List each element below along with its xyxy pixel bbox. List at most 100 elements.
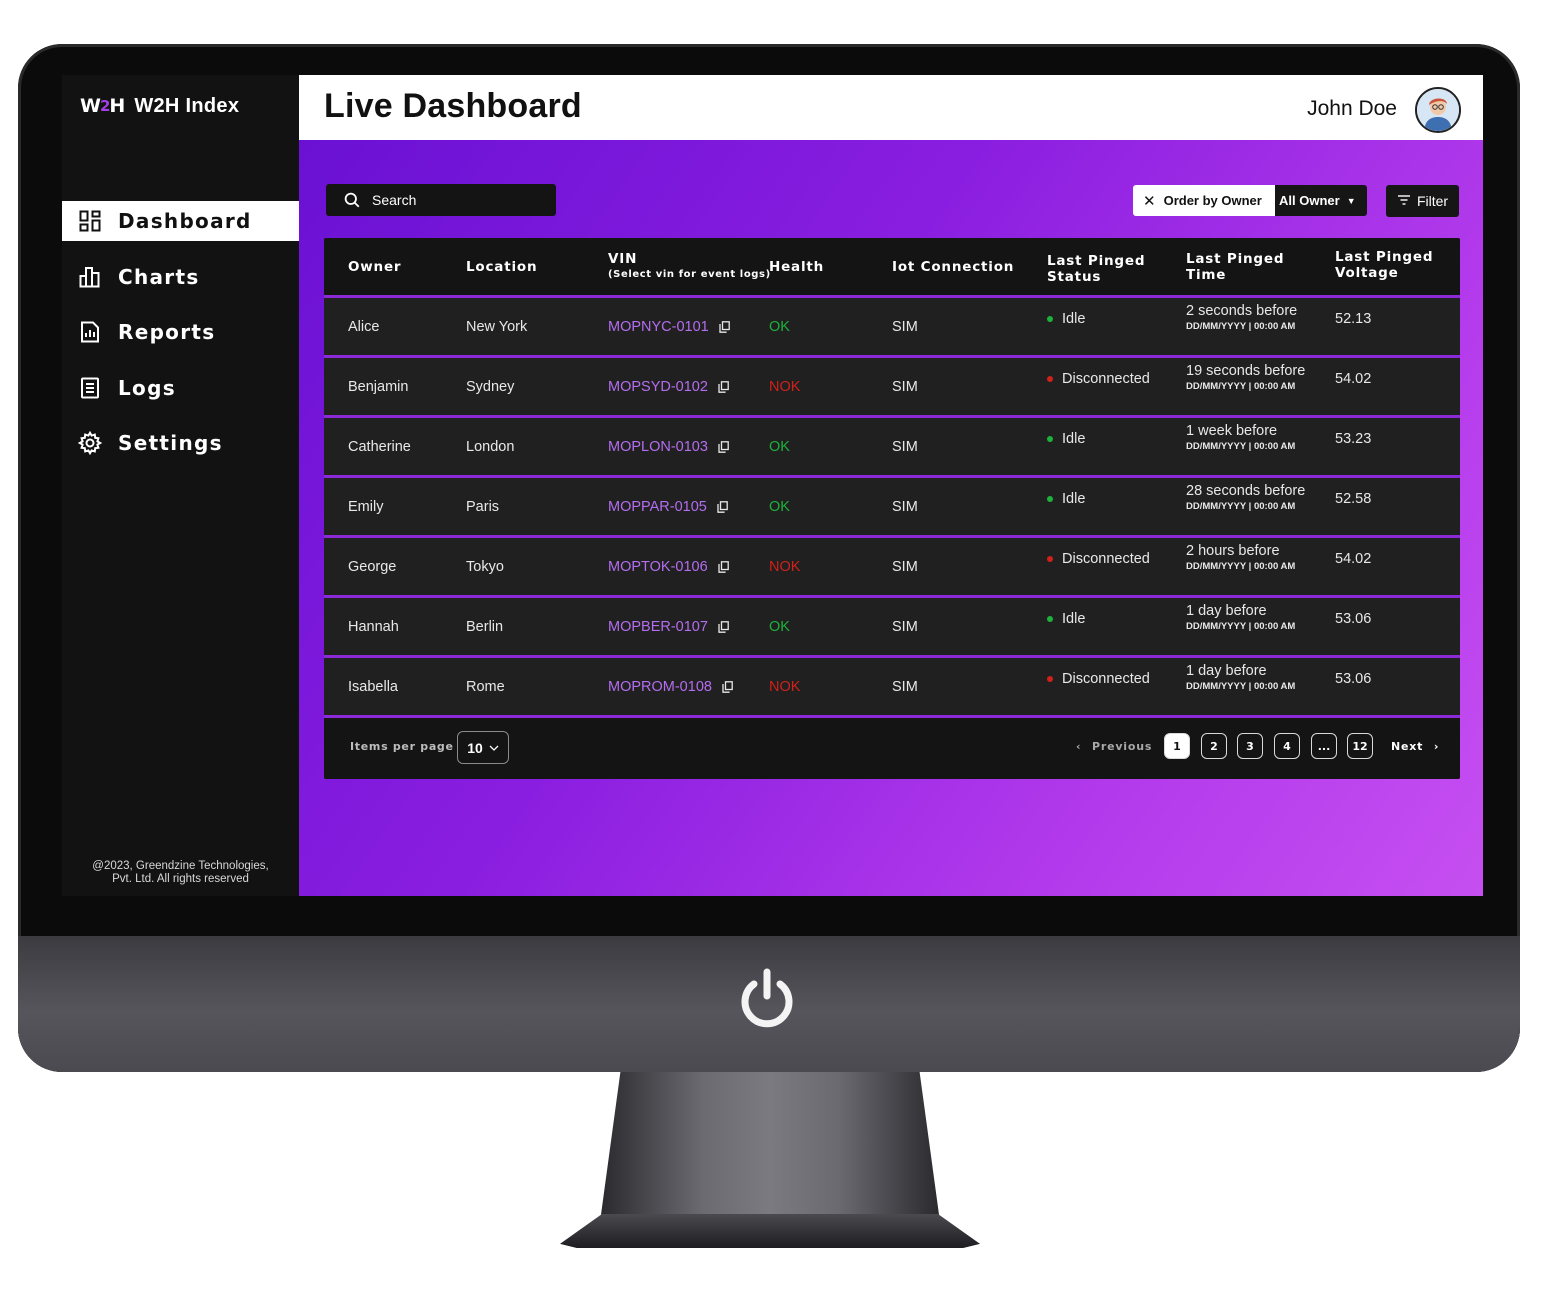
vin-link[interactable]: MOPPAR-0105 [608, 499, 707, 515]
items-per-page-label: Items per page [350, 740, 454, 753]
vin-cell: MOPTOK-0106 [608, 538, 729, 595]
owner-cell: Hannah [348, 618, 399, 635]
copy-icon[interactable] [717, 500, 728, 513]
order-chip-label: Order by Owner [1163, 193, 1262, 208]
monitor-stand-base [560, 1214, 980, 1248]
status-text: Idle [1062, 310, 1086, 327]
page-button-4[interactable]: 4 [1274, 733, 1300, 759]
power-icon [734, 966, 800, 1032]
time-relative: 1 week before [1186, 423, 1278, 439]
sidebar-item-label: Charts [118, 264, 200, 289]
copy-icon[interactable] [718, 620, 729, 633]
vin-link[interactable]: MOPSYD-0102 [608, 379, 708, 395]
chevron-down-icon [489, 745, 499, 751]
location-cell: New York [466, 318, 528, 335]
search-input[interactable]: Search [326, 184, 556, 216]
main-area: Live Dashboard John Doe Search ✕ Order b… [299, 75, 1483, 896]
col-last-pinged-status[interactable]: Last Pinged Status [1047, 253, 1145, 285]
items-per-page-value: 10 [467, 739, 483, 756]
table-row[interactable]: Hannah Berlin MOPBER-0107 OK SIM Idle 1 day be… [324, 598, 1460, 658]
status-cell: Idle [1047, 470, 1085, 527]
gear-icon [78, 431, 102, 455]
status-cell: Idle [1047, 290, 1085, 347]
health-cell: OK [769, 318, 790, 335]
filter-button[interactable]: Filter [1386, 185, 1459, 217]
sidebar-item-dashboard[interactable]: Dashboard [62, 201, 299, 241]
time-cell: 2 seconds before DD/MM/YYYY | 00:00 AM [1186, 290, 1297, 347]
time-format: DD/MM/YYYY | 00:00 AM [1186, 381, 1296, 392]
next-page-button[interactable]: Next › [1391, 740, 1439, 753]
previous-page-button[interactable]: ‹ Previous [1076, 740, 1152, 753]
status-dot-icon [1047, 435, 1053, 442]
col-last-pinged-time[interactable]: Last Pinged Time [1186, 251, 1284, 283]
status-dot-icon [1047, 615, 1053, 622]
page-ellipsis[interactable]: ... [1311, 733, 1337, 759]
vin-cell: MOPNYC-0101 [608, 298, 730, 355]
iot-connection-cell: SIM [892, 498, 918, 515]
time-format: DD/MM/YYYY | 00:00 AM [1186, 561, 1296, 572]
owner-cell: Alice [348, 318, 380, 335]
table-row[interactable]: Alice New York MOPNYC-0101 OK SIM Idle 2 secon… [324, 298, 1460, 358]
col-last-pinged-voltage[interactable]: Last Pinged Voltage [1335, 249, 1433, 281]
vin-link[interactable]: MOPROM-0108 [608, 679, 712, 695]
vin-cell: MOPLON-0103 [608, 418, 729, 475]
table-header: Owner Location VIN (Select vin for event… [324, 238, 1460, 298]
copy-icon[interactable] [718, 440, 729, 453]
page-button-2[interactable]: 2 [1201, 733, 1227, 759]
sidebar-item-charts[interactable]: Charts [62, 257, 299, 297]
health-cell: OK [769, 438, 790, 455]
iot-connection-cell: SIM [892, 318, 918, 335]
copy-icon[interactable] [722, 680, 733, 693]
page-button-1[interactable]: 1 [1164, 733, 1190, 759]
copy-icon[interactable] [718, 380, 729, 393]
sidebar-item-logs[interactable]: Logs [62, 368, 299, 408]
location-cell: Berlin [466, 618, 504, 635]
dashboard-icon [78, 209, 102, 233]
time-cell: 1 day before DD/MM/YYYY | 00:00 AM [1186, 650, 1295, 707]
col-health[interactable]: Health [769, 259, 824, 275]
vin-link[interactable]: MOPLON-0103 [608, 439, 708, 455]
copyright-footer: @2023, Greendzine Technologies, Pvt. Ltd… [62, 860, 299, 886]
table-row[interactable]: Catherine London MOPLON-0103 OK SIM Idle 1 wee… [324, 418, 1460, 478]
sidebar: W2H W2H Index Dashboard Charts Reports L… [62, 75, 299, 896]
close-icon[interactable]: ✕ [1143, 192, 1156, 210]
table-row[interactable]: Emily Paris MOPPAR-0105 OK SIM Idle 28 seconds… [324, 478, 1460, 538]
table-row[interactable]: George Tokyo MOPTOK-0106 NOK SIM Disconnected… [324, 538, 1460, 598]
items-per-page-select[interactable]: 10 [457, 731, 509, 764]
dashboard-content: Search ✕ Order by Owner All Owner ▼ Filt… [299, 140, 1483, 896]
col-location[interactable]: Location [466, 259, 537, 275]
vin-link[interactable]: MOPBER-0107 [608, 619, 708, 635]
voltage-cell: 54.02 [1335, 550, 1372, 567]
col-vin[interactable]: VIN (Select vin for event logs) [608, 251, 771, 283]
status-text: Disconnected [1062, 670, 1150, 687]
owner-cell: George [348, 558, 397, 575]
health-cell: OK [769, 498, 790, 515]
owner-cell: Isabella [348, 678, 398, 695]
vin-link[interactable]: MOPTOK-0106 [608, 559, 708, 575]
location-cell: Tokyo [466, 558, 504, 575]
chevron-left-icon: ‹ [1076, 740, 1082, 753]
page-button-3[interactable]: 3 [1237, 733, 1263, 759]
status-text: Idle [1062, 490, 1086, 507]
status-text: Disconnected [1062, 370, 1150, 387]
time-relative: 19 seconds before [1186, 363, 1306, 379]
sidebar-item-settings[interactable]: Settings [62, 423, 299, 463]
col-iot-connection[interactable]: Iot Connection [892, 259, 1014, 275]
table-row[interactable]: Isabella Rome MOPROM-0108 NOK SIM Disconnecte… [324, 658, 1460, 718]
col-owner[interactable]: Owner [348, 259, 401, 275]
monitor-stand-neck [600, 1072, 940, 1222]
owner-select[interactable]: All Owner ▼ [1275, 185, 1367, 216]
table-row[interactable]: Benjamin Sydney MOPSYD-0102 NOK SIM Disconnec… [324, 358, 1460, 418]
time-cell: 1 day before DD/MM/YYYY | 00:00 AM [1186, 590, 1295, 647]
avatar[interactable] [1415, 87, 1461, 133]
page-button-12[interactable]: 12 [1347, 733, 1373, 759]
time-format: DD/MM/YYYY | 00:00 AM [1186, 681, 1296, 692]
copy-icon[interactable] [718, 560, 729, 573]
order-by-owner-chip[interactable]: ✕ Order by Owner [1133, 185, 1275, 216]
copy-icon[interactable] [719, 320, 730, 333]
sidebar-item-reports[interactable]: Reports [62, 312, 299, 352]
user-name[interactable]: John Doe [1307, 97, 1397, 121]
vin-link[interactable]: MOPNYC-0101 [608, 319, 709, 335]
time-format: DD/MM/YYYY | 00:00 AM [1186, 321, 1296, 332]
brand[interactable]: W2H W2H Index [80, 91, 239, 121]
